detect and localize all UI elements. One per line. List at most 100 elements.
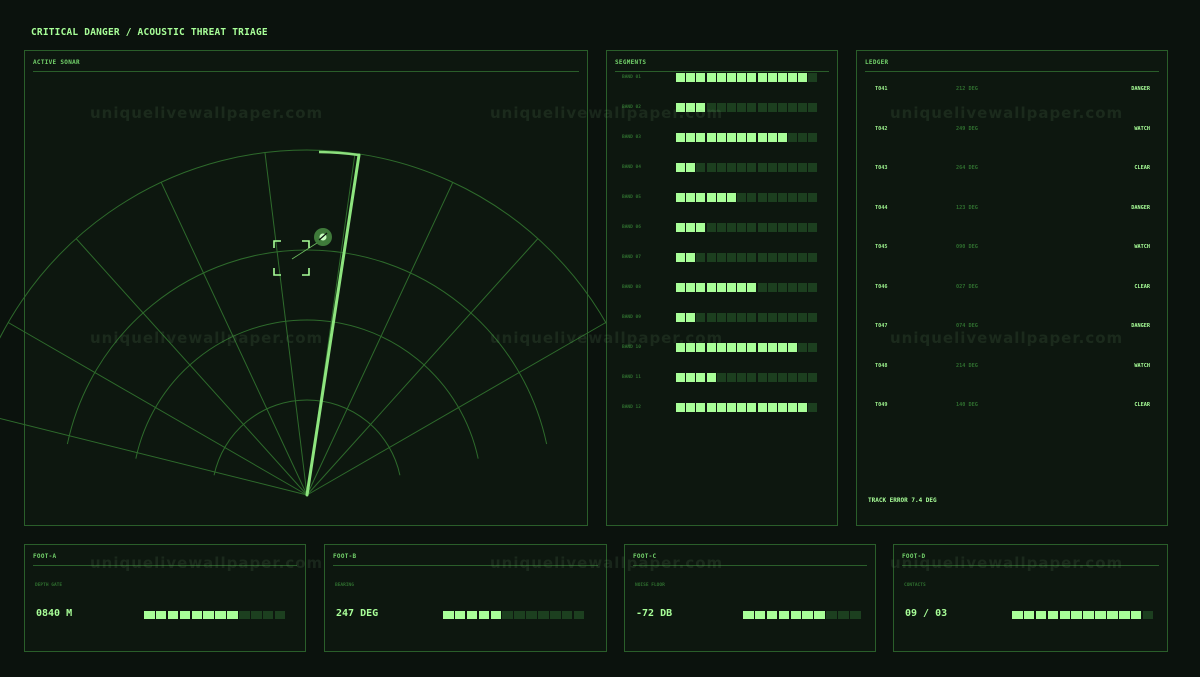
ledger-row[interactable]: T043 264 DEG CLEAR: [875, 165, 1159, 173]
segment-row: BAND 03: [622, 133, 827, 142]
ledger-id: T047: [875, 323, 888, 329]
ledger-row[interactable]: T044 123 DEG DANGER: [875, 205, 1159, 213]
segment-cell: [737, 73, 747, 82]
segment-level-bar: [676, 253, 818, 262]
segment-cell: [777, 313, 787, 322]
segment-label: BAND 09: [622, 315, 641, 320]
segment-cell: [706, 73, 716, 82]
segment-cell: [777, 133, 787, 142]
segment-cell: [737, 103, 747, 112]
segment-cell: [686, 403, 696, 412]
segment-cell: [676, 133, 685, 142]
segment-cell: [737, 343, 747, 352]
segment-cell: [726, 403, 736, 412]
ledger-status: CLEAR: [1134, 283, 1150, 290]
foot-cell: [802, 611, 813, 619]
foot-cell: [1130, 611, 1142, 619]
segment-cell: [737, 193, 747, 202]
ledger-row[interactable]: T046 027 DEG CLEAR: [875, 284, 1159, 292]
segment-cell: [808, 343, 818, 352]
segment-cell: [737, 283, 747, 292]
segment-cell: [716, 223, 726, 232]
foot-cell: [573, 611, 585, 619]
segment-row: BAND 11: [622, 373, 827, 382]
sonar-grid: [0, 149, 652, 496]
page-title: CRITICAL DANGER / ACOUSTIC THREAT TRIAGE: [31, 27, 268, 38]
segment-cell: [757, 163, 767, 172]
segment-cell: [798, 193, 808, 202]
segment-cell: [767, 163, 777, 172]
ledger-bearing: 214 DEG: [956, 362, 978, 369]
ledger-row[interactable]: T047 074 DEG DANGER: [875, 323, 1159, 331]
ledger-row[interactable]: T048 214 DEG WATCH: [875, 363, 1159, 371]
ledger-id: T048: [875, 362, 888, 369]
ledger-bearing: 123 DEG: [956, 204, 978, 211]
target-reticle-icon[interactable]: [273, 240, 310, 276]
foot-cell: [239, 611, 250, 619]
ledger-status: DANGER: [1131, 204, 1150, 211]
segment-label: BAND 04: [622, 165, 641, 170]
segment-level-bar: [676, 193, 818, 202]
segment-cell: [676, 373, 685, 382]
segment-cell: [747, 313, 757, 322]
foot-cell: [850, 611, 861, 619]
ledger-id: T042: [875, 125, 888, 132]
segment-cell: [808, 373, 818, 382]
segment-cell: [798, 73, 808, 82]
segment-cell: [696, 73, 706, 82]
segment-cell: [788, 163, 798, 172]
segment-cell: [676, 103, 685, 112]
segment-cell: [808, 403, 818, 412]
segment-cell: [757, 133, 767, 142]
segment-cell: [726, 193, 736, 202]
segment-cell: [706, 283, 716, 292]
foot-cell: [227, 611, 238, 619]
ledger-row[interactable]: T045 090 DEG WATCH: [875, 244, 1159, 252]
sonar-heading: ACTIVE SONAR: [33, 59, 579, 72]
segment-level-bar: [676, 343, 818, 352]
bearing-line: [160, 182, 308, 496]
ledger-row[interactable]: T041 212 DEG DANGER: [875, 86, 1159, 94]
segment-cell: [788, 133, 798, 142]
segment-cell: [716, 73, 726, 82]
segment-cell: [676, 163, 685, 172]
segment-cell: [716, 343, 726, 352]
ledger-id: T041: [875, 86, 888, 92]
ledger-id: T046: [875, 283, 888, 290]
segment-cell: [706, 313, 716, 322]
segment-cell: [716, 163, 726, 172]
contact-marker-icon[interactable]: [314, 228, 332, 246]
segment-row: BAND 02: [622, 103, 827, 112]
segment-label: BAND 10: [622, 345, 641, 350]
ledger-bearing: 264 DEG: [956, 165, 978, 171]
segment-cell: [737, 163, 747, 172]
segment-cell: [686, 283, 696, 292]
segment-cell: [767, 73, 777, 82]
segment-row: BAND 10: [622, 343, 827, 352]
foot-a-panel: FOOT-A DEPTH GATE 0840 M: [24, 544, 306, 652]
ledger-status: DANGER: [1131, 323, 1150, 329]
foot-cell: [1119, 611, 1130, 619]
foot-cell: [262, 611, 274, 619]
segment-cell: [808, 103, 818, 112]
segment-cell: [767, 103, 777, 112]
segment-cell: [767, 283, 777, 292]
segment-cell: [716, 103, 726, 112]
segment-cell: [696, 403, 706, 412]
segment-cell: [757, 313, 767, 322]
ledger-row[interactable]: T042 249 DEG WATCH: [875, 126, 1159, 134]
foot-cell: [454, 611, 466, 619]
segment-level-bar: [676, 403, 818, 412]
segment-cell: [676, 343, 685, 352]
ledger-row[interactable]: T049 140 DEG CLEAR: [875, 402, 1159, 410]
segment-cell: [788, 343, 798, 352]
segment-cell: [757, 193, 767, 202]
foot-cell: [514, 611, 525, 619]
segment-row: BAND 04: [622, 163, 827, 172]
foot-d-panel: FOOT-D CONTACTS 09 / 03: [893, 544, 1168, 652]
segment-cell: [747, 193, 757, 202]
foot-level-bar: [743, 611, 861, 619]
segment-cell: [747, 223, 757, 232]
segment-level-bar: [676, 163, 818, 172]
segment-cell: [798, 283, 808, 292]
